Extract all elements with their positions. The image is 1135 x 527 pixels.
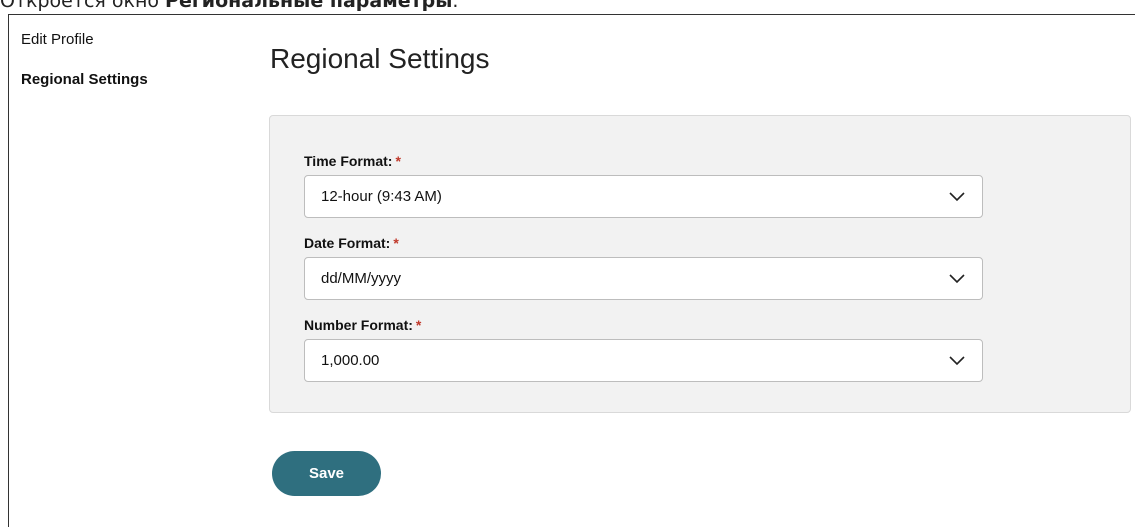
date-format-label: Date Format: *: [304, 235, 399, 251]
required-marker: *: [393, 235, 399, 251]
save-button[interactable]: Save: [272, 451, 381, 496]
time-format-select[interactable]: 12-hour (9:43 AM): [304, 175, 983, 218]
number-format-select[interactable]: 1,000.00: [304, 339, 983, 382]
number-format-label: Number Format: *: [304, 317, 421, 333]
caption-prefix: Откроется окно: [0, 0, 166, 12]
document-caption: Откроется окно Региональные параметры.: [0, 0, 458, 11]
time-format-value: 12-hour (9:43 AM): [321, 188, 442, 205]
app-window: Edit Profile Regional Settings Regional …: [8, 14, 1135, 527]
chevron-down-icon: [949, 274, 965, 284]
caption-bold: Региональные параметры: [165, 0, 453, 12]
sidebar-item-regional-settings[interactable]: Regional Settings: [21, 71, 148, 88]
settings-panel: Time Format: * 12-hour (9:43 AM) Date For…: [269, 115, 1131, 413]
caption-suffix: .: [452, 0, 459, 12]
sidebar-item-edit-profile[interactable]: Edit Profile: [21, 31, 94, 48]
required-marker: *: [395, 153, 401, 169]
date-format-select[interactable]: dd/MM/yyyy: [304, 257, 983, 300]
chevron-down-icon: [949, 356, 965, 366]
number-format-label-text: Number Format:: [304, 317, 413, 333]
date-format-value: dd/MM/yyyy: [321, 270, 402, 287]
date-format-label-text: Date Format:: [304, 235, 391, 251]
number-format-value: 1,000.00: [321, 352, 380, 369]
chevron-down-icon: [949, 192, 965, 202]
time-format-label-text: Time Format:: [304, 153, 393, 169]
required-marker: *: [415, 317, 422, 333]
time-format-label: Time Format: *: [304, 153, 401, 169]
page-title: Regional Settings: [270, 43, 490, 74]
